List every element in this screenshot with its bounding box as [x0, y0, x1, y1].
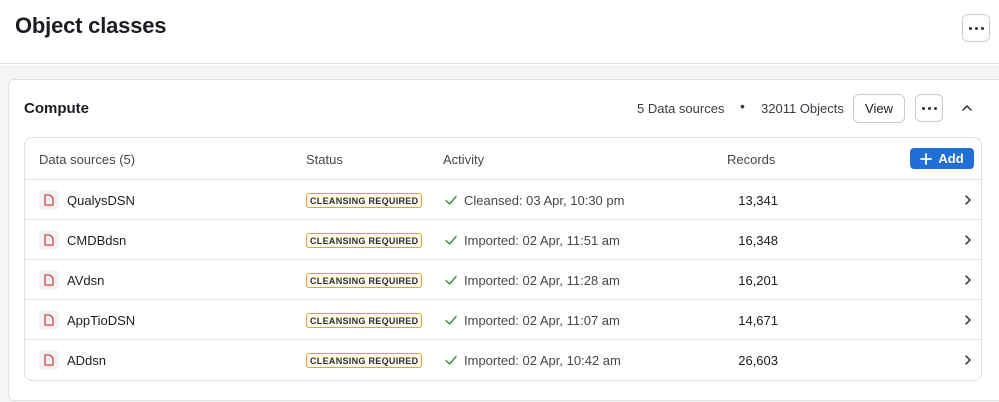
more-horizontal-icon [968, 26, 984, 30]
more-horizontal-icon [921, 106, 937, 110]
page-header: Object classes [0, 0, 999, 64]
page-title: Object classes [15, 13, 167, 38]
table-row[interactable]: AVdsn CLEANSING REQUIRED Imported: 02 Ap… [25, 260, 981, 300]
activity-text: Imported: 02 Apr, 11:28 am [464, 273, 620, 288]
table-row[interactable]: ADdsn CLEANSING REQUIRED Imported: 02 Ap… [25, 340, 981, 380]
data-source-name: CMDBdsn [67, 233, 127, 248]
check-icon [445, 235, 457, 245]
table-row[interactable]: CMDBdsn CLEANSING REQUIRED Imported: 02 … [25, 220, 981, 260]
status-badge: CLEANSING REQUIRED [306, 233, 422, 248]
column-header-sources: Data sources (5) [39, 152, 136, 167]
chevron-right-icon[interactable] [962, 353, 974, 367]
status-badge: CLEANSING REQUIRED [306, 353, 422, 368]
records-count: 16,348 [738, 233, 778, 248]
records-count: 26,603 [738, 353, 778, 368]
check-icon [445, 315, 457, 325]
table-row[interactable]: AppTioDSN CLEANSING REQUIRED Imported: 0… [25, 300, 981, 340]
plus-icon [920, 152, 933, 165]
activity-text: Imported: 02 Apr, 10:42 am [464, 353, 621, 368]
add-button[interactable]: Add [910, 148, 974, 169]
data-sources-count: 5 Data sources [637, 101, 725, 116]
file-icon [39, 270, 59, 290]
column-header-records: Records [727, 152, 776, 167]
records-count: 14,671 [738, 313, 778, 328]
data-source-name: ADdsn [67, 353, 107, 368]
chevron-right-icon[interactable] [962, 233, 974, 247]
card-title: Compute [24, 100, 89, 117]
file-icon [39, 310, 59, 330]
objects-count: 32011 Objects [761, 101, 844, 116]
check-icon [445, 275, 457, 285]
data-source-name: AVdsn [67, 273, 105, 288]
status-badge: CLEANSING REQUIRED [306, 273, 422, 288]
chevron-right-icon[interactable] [962, 193, 974, 207]
chevron-right-icon[interactable] [962, 313, 974, 327]
file-icon [39, 190, 59, 210]
records-count: 13,341 [738, 193, 778, 208]
records-count: 16,201 [738, 273, 778, 288]
table-header: Data sources (5) Status Activity Records… [25, 138, 981, 180]
activity-text: Imported: 02 Apr, 11:51 am [464, 233, 620, 248]
column-header-status: Status [306, 152, 343, 167]
object-class-card: Compute 5 Data sources • 32011 Objects V… [8, 79, 999, 401]
page: Object classes Compute 5 Data sources • … [0, 0, 999, 402]
status-badge: CLEANSING REQUIRED [306, 313, 422, 328]
meta-separator: • [740, 98, 745, 114]
file-icon [39, 350, 59, 370]
add-button-label: Add [938, 151, 964, 166]
file-icon [39, 230, 59, 250]
page-more-button[interactable] [962, 14, 990, 42]
check-icon [445, 355, 457, 365]
view-button[interactable]: View [853, 94, 905, 123]
table-row[interactable]: QualysDSN CLEANSING REQUIRED Cleansed: 0… [25, 180, 981, 220]
chevron-up-icon[interactable] [959, 100, 975, 116]
data-sources-table: Data sources (5) Status Activity Records… [24, 137, 982, 381]
chevron-right-icon[interactable] [962, 273, 974, 287]
check-icon [445, 195, 457, 205]
column-header-activity: Activity [443, 152, 485, 167]
status-badge: CLEANSING REQUIRED [306, 193, 422, 208]
activity-text: Cleansed: 03 Apr, 10:30 pm [464, 193, 625, 208]
card-more-button[interactable] [915, 94, 943, 122]
data-source-name: AppTioDSN [67, 313, 136, 328]
activity-text: Imported: 02 Apr, 11:07 am [464, 313, 620, 328]
data-source-name: QualysDSN [67, 193, 135, 208]
